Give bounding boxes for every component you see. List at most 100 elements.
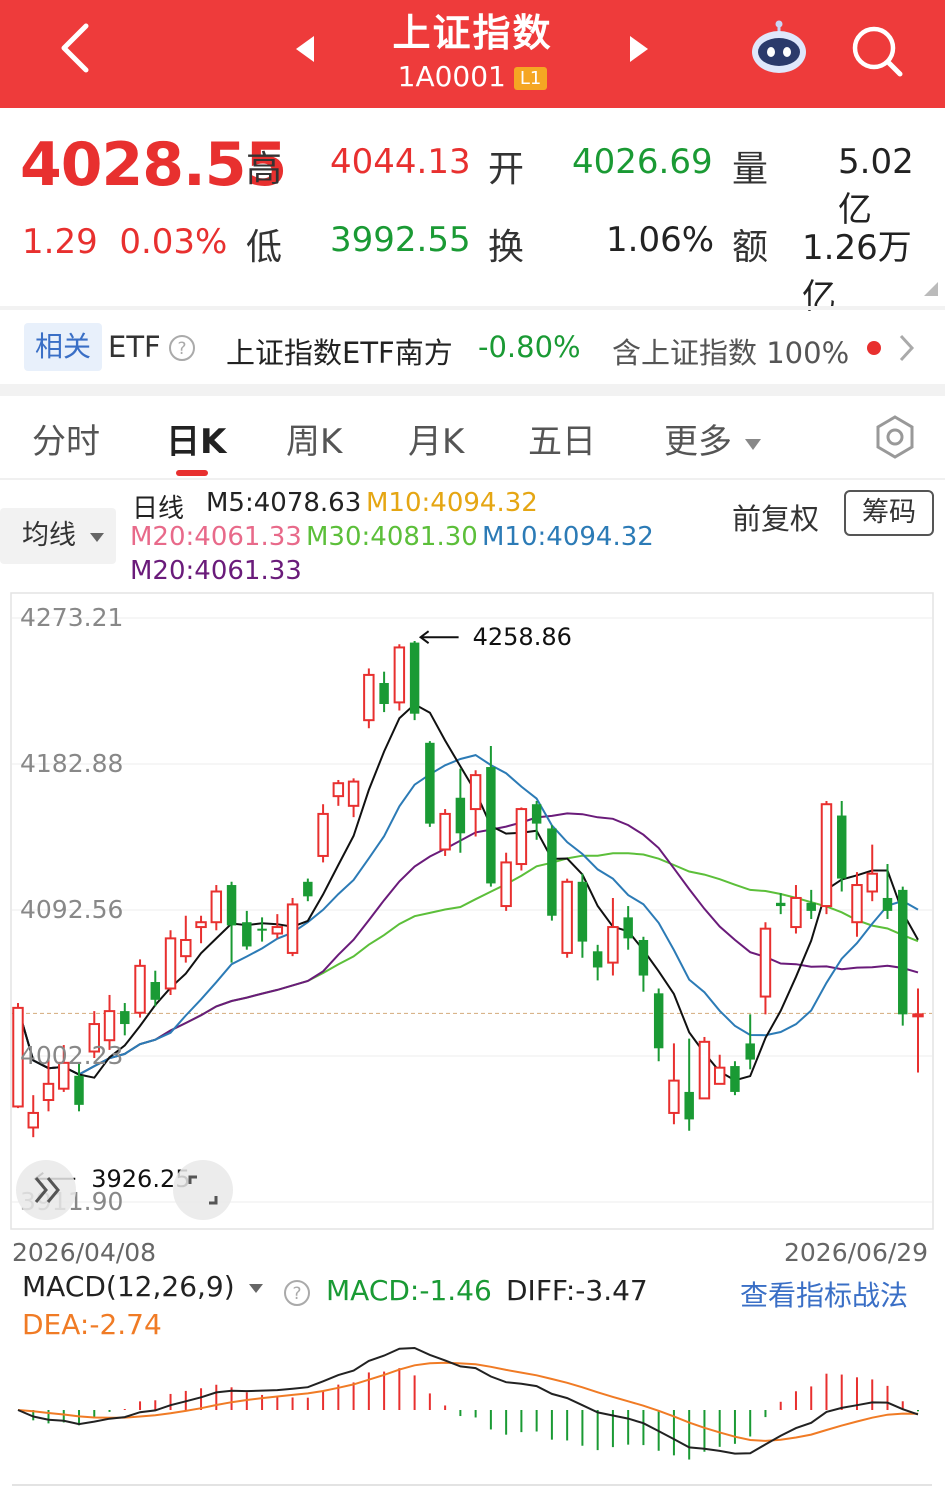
candle-body xyxy=(286,903,299,954)
candle-body xyxy=(379,682,389,705)
candle-body xyxy=(134,964,146,1014)
next-triangle-icon[interactable] xyxy=(624,32,654,66)
candle-body xyxy=(500,861,512,908)
candle-body xyxy=(425,742,435,824)
top-navigation-bar: 上证指数 1A0001 L1 xyxy=(0,0,945,108)
candle-body xyxy=(898,889,908,1015)
tab-monthly-k[interactable]: 月K xyxy=(408,414,464,463)
red-dot-icon xyxy=(867,341,881,355)
indicator-strategy-link[interactable]: 查看指标战法 xyxy=(740,1274,908,1314)
candle-body xyxy=(668,1079,680,1114)
candle-body xyxy=(226,885,237,926)
candle-body xyxy=(363,673,375,722)
settings-hexagon-icon[interactable] xyxy=(872,414,918,460)
candle-body xyxy=(607,926,619,964)
candle-body xyxy=(592,951,603,968)
candle-body xyxy=(684,1091,694,1120)
section-divider xyxy=(0,384,945,396)
candle-body xyxy=(653,993,664,1049)
candle-body xyxy=(775,902,786,907)
help-circle-icon[interactable]: ? xyxy=(282,1278,312,1308)
candle-body xyxy=(531,804,542,824)
candle-body xyxy=(713,1066,726,1085)
etf-change: -0.80% xyxy=(478,330,581,364)
robot-assistant-icon[interactable] xyxy=(748,18,810,80)
etf-name[interactable]: 上证指数ETF南方 xyxy=(226,330,453,372)
macd-selector-label: MACD(12,26,9) xyxy=(22,1270,235,1303)
tab-more[interactable]: 更多 xyxy=(664,414,763,463)
candle-body xyxy=(409,642,420,714)
collapse-left-button[interactable] xyxy=(16,1160,76,1220)
dea-line xyxy=(17,1361,919,1442)
macd-value: MACD:-1.46 xyxy=(326,1274,492,1307)
ma5-value: M5:4078.63 xyxy=(206,488,362,518)
tab-intraday[interactable]: 分时 xyxy=(32,414,100,463)
open-label: 开 xyxy=(488,149,525,190)
change-percent: 0.03% xyxy=(119,222,228,262)
candle-body xyxy=(698,1040,711,1100)
candle-body xyxy=(27,1111,39,1129)
expand-corner-icon[interactable] xyxy=(924,282,938,296)
help-circle-icon[interactable]: ? xyxy=(168,334,196,362)
candle-body xyxy=(103,1010,116,1042)
open-value: 4026.69 xyxy=(572,142,713,182)
candle-body xyxy=(912,1013,924,1018)
ma-selector-button[interactable]: 均线 xyxy=(0,508,116,564)
etf-label: ETF xyxy=(108,330,161,364)
candle-body xyxy=(745,1043,755,1060)
candle-body xyxy=(347,780,360,807)
candle-body xyxy=(837,815,847,879)
candle-body xyxy=(820,803,833,908)
dropdown-triangle-icon xyxy=(744,438,761,450)
svg-text:?: ? xyxy=(292,1284,301,1304)
candle-body xyxy=(150,982,161,1000)
y-axis-tick-label: 4273.21 xyxy=(20,603,123,632)
candle-body xyxy=(866,872,878,893)
candle-body xyxy=(455,797,466,834)
stock-code-text: 1A0001 xyxy=(397,60,506,93)
tab-daily-k[interactable]: 日K xyxy=(166,414,226,463)
low-value: 3992.55 xyxy=(330,220,471,260)
chips-button[interactable]: 筹码 xyxy=(844,490,934,536)
candle-body xyxy=(439,812,451,851)
ma10b-value: M10:4094.32 xyxy=(482,522,654,552)
candle-body xyxy=(42,1082,55,1102)
change-points: 1.29 xyxy=(22,222,98,262)
tab-more-label: 更多 xyxy=(664,422,732,462)
price-change: 1.29 0.03% xyxy=(22,222,227,262)
tab-weekly-k[interactable]: 周K xyxy=(286,414,342,463)
tab-five-day[interactable]: 五日 xyxy=(528,414,596,463)
turnover-value: 1.06% xyxy=(606,220,715,260)
high-value: 4044.13 xyxy=(330,142,471,182)
candle-body xyxy=(271,926,284,935)
ma5-line xyxy=(17,703,919,1082)
chevron-right-icon[interactable] xyxy=(896,332,918,364)
adjust-mode[interactable]: 前复权 xyxy=(732,496,819,538)
candle-body xyxy=(882,897,893,911)
low-label: 低 xyxy=(246,227,283,268)
fullscreen-button[interactable] xyxy=(173,1160,233,1220)
candle-body xyxy=(577,881,588,942)
ma20b-value: M20:4061.33 xyxy=(130,556,302,586)
candle-body xyxy=(515,808,528,866)
search-icon[interactable] xyxy=(848,22,906,80)
macd-chart[interactable] xyxy=(0,1340,945,1480)
candle-body xyxy=(195,921,207,929)
y-axis-tick-label: 4182.88 xyxy=(20,749,123,778)
candle-body xyxy=(486,767,496,884)
candle-body xyxy=(561,880,573,954)
dea-value: DEA:-2.74 xyxy=(22,1308,162,1341)
high-label: 高 xyxy=(246,149,283,190)
ma-selector-label: 均线 xyxy=(22,520,76,551)
candle-body xyxy=(759,927,772,998)
candle-body xyxy=(180,938,192,958)
candle-body xyxy=(257,928,267,931)
kline-chart[interactable]: 4273.214182.884092.564002.233911.904258.… xyxy=(0,590,945,1235)
etf-holding: 含上证指数 100% xyxy=(612,336,850,370)
dropdown-triangle-icon xyxy=(248,1284,263,1293)
candle-body xyxy=(164,937,177,990)
ma20-line xyxy=(17,812,919,1076)
dropdown-triangle-icon xyxy=(89,532,104,542)
candle-body xyxy=(469,774,482,811)
ma20-value: M20:4061.33 xyxy=(130,522,302,552)
